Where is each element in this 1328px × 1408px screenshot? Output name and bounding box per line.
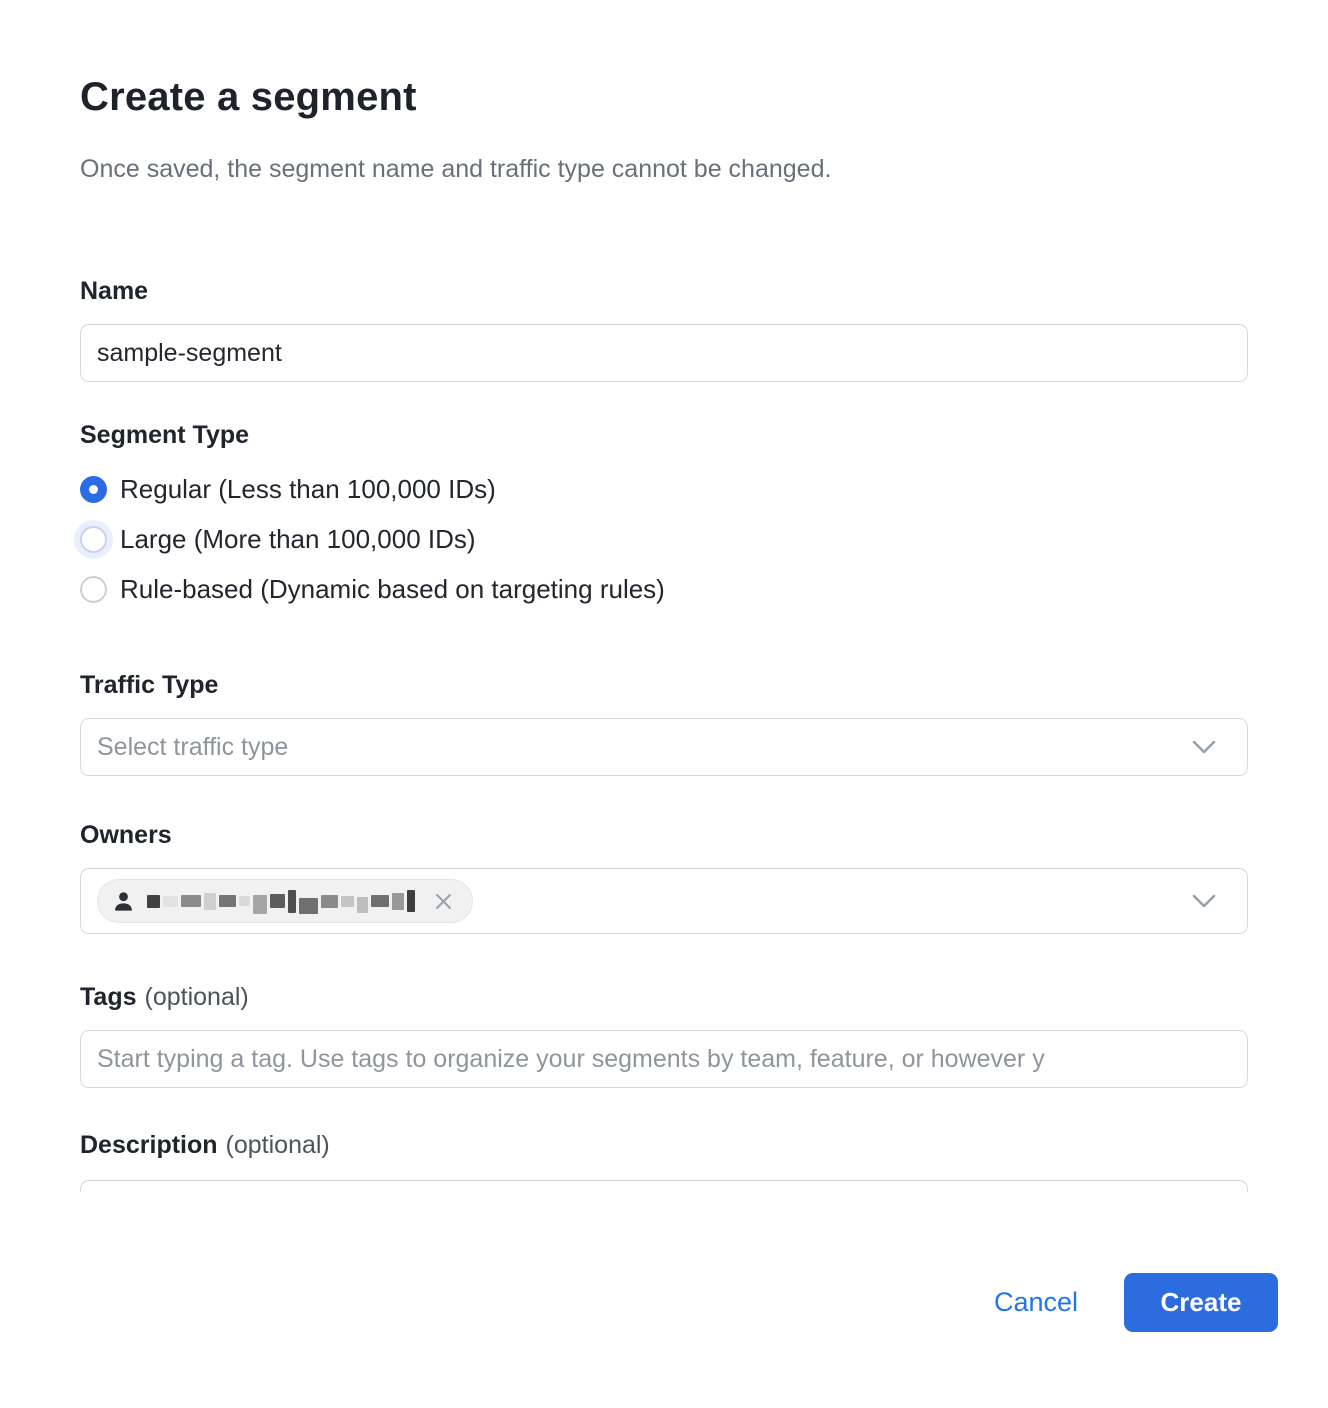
tags-label-text: Tags [80,983,137,1011]
tags-optional-text: (optional) [145,983,249,1011]
radio-unselected-icon[interactable] [80,576,107,603]
chevron-down-icon [1191,739,1217,755]
redacted-owner-name [147,888,415,914]
radio-unselected-icon[interactable] [80,526,107,553]
segment-name-input[interactable] [80,324,1248,382]
radio-option-large[interactable]: Large (More than 100,000 IDs) [80,514,1248,564]
create-segment-dialog: Create a segment Once saved, the segment… [0,0,1328,1192]
name-label: Name [80,276,1248,306]
radio-option-label: Large (More than 100,000 IDs) [120,523,476,555]
description-label: Description (optional) [80,1130,1248,1160]
segment-type-radio-group: Regular (Less than 100,000 IDs) Large (M… [80,464,1248,614]
cancel-button[interactable]: Cancel [994,1287,1078,1318]
owner-chip[interactable] [97,879,473,923]
tags-input[interactable] [80,1030,1248,1088]
description-label-text: Description [80,1131,218,1159]
radio-option-rule-based[interactable]: Rule-based (Dynamic based on targeting r… [80,564,1248,614]
owners-select[interactable] [80,868,1248,934]
dialog-footer: Cancel Create [0,1273,1328,1332]
radio-option-label: Rule-based (Dynamic based on targeting r… [120,573,665,605]
owners-label: Owners [80,820,1248,850]
segment-type-label: Segment Type [80,420,1248,450]
radio-option-regular[interactable]: Regular (Less than 100,000 IDs) [80,464,1248,514]
description-textarea[interactable] [80,1180,1248,1192]
description-optional-text: (optional) [226,1131,330,1159]
radio-selected-icon[interactable] [80,476,107,503]
remove-owner-icon[interactable] [433,891,454,912]
page-title: Create a segment [80,72,1248,122]
person-icon [112,890,135,913]
traffic-type-select[interactable]: Select traffic type [80,718,1248,776]
radio-option-label: Regular (Less than 100,000 IDs) [120,473,496,505]
traffic-type-placeholder: Select traffic type [97,733,1191,762]
dialog-subtitle: Once saved, the segment name and traffic… [80,154,1248,184]
chevron-down-icon [1191,893,1217,909]
tags-label: Tags (optional) [80,982,1248,1012]
traffic-type-label: Traffic Type [80,670,1248,700]
create-button[interactable]: Create [1124,1273,1278,1332]
